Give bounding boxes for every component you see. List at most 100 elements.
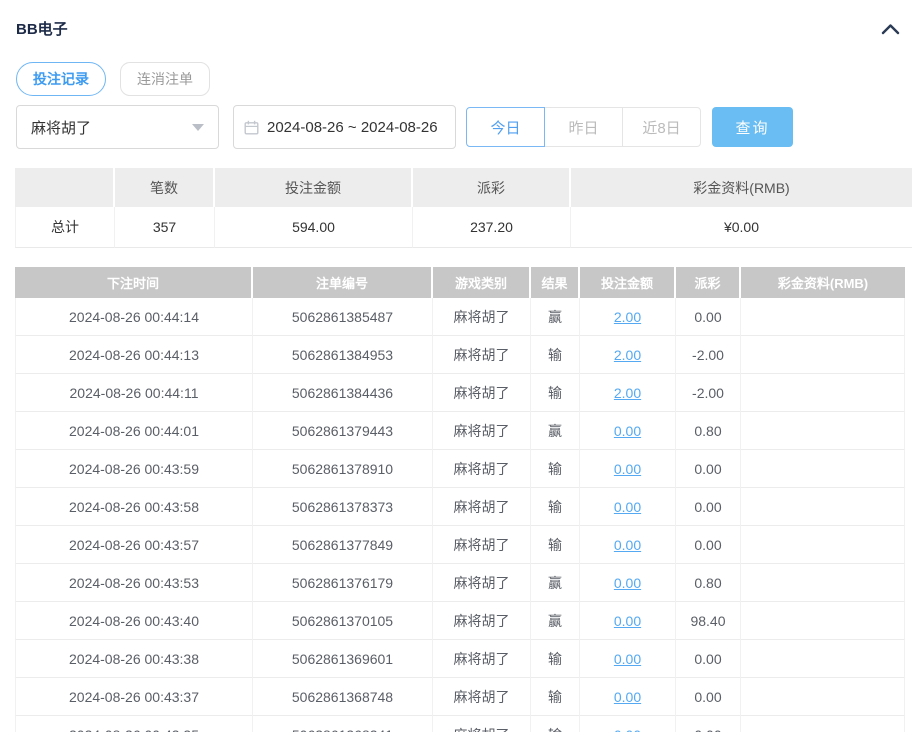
panel-header: BB电子 bbox=[0, 0, 912, 39]
quick-last8days-button[interactable]: 近8日 bbox=[622, 107, 701, 147]
search-button[interactable]: 查询 bbox=[712, 107, 793, 147]
col-header-result: 结果 bbox=[531, 267, 580, 298]
jackpot-cell bbox=[741, 374, 905, 412]
records-table: 下注时间 注单编号 游戏类别 结果 投注金额 派彩 彩金资料(RMB) 2024… bbox=[15, 267, 905, 732]
result-cell: 输 bbox=[531, 336, 580, 374]
order-id-cell: 5062861385487 bbox=[253, 298, 433, 336]
bet-time-cell: 2024-08-26 00:43:59 bbox=[15, 450, 253, 488]
payout-cell: 0.00 bbox=[676, 640, 741, 678]
quick-today-button[interactable]: 今日 bbox=[466, 107, 545, 147]
collapse-panel-button[interactable] bbox=[878, 19, 902, 39]
col-header-payout: 派彩 bbox=[676, 267, 741, 298]
result-cell: 输 bbox=[531, 488, 580, 526]
page-title: BB电子 bbox=[16, 18, 68, 39]
chevron-up-icon bbox=[881, 23, 900, 35]
bet-amount-link[interactable]: 0.00 bbox=[614, 537, 641, 553]
jackpot-cell bbox=[741, 412, 905, 450]
summary-header-row: 笔数 投注金额 派彩 彩金资料(RMB) bbox=[15, 168, 912, 207]
order-id-cell: 5062861377849 bbox=[253, 526, 433, 564]
payout-cell: 98.40 bbox=[676, 602, 741, 640]
summary-total-label: 总计 bbox=[15, 207, 115, 248]
order-id-cell: 5062861369601 bbox=[253, 640, 433, 678]
order-id-cell: 5062861378910 bbox=[253, 450, 433, 488]
table-row: 2024-08-26 00:43:38 5062861369601 麻将胡了 输… bbox=[15, 640, 905, 678]
caret-down-icon bbox=[192, 124, 204, 131]
payout-cell: 0.80 bbox=[676, 412, 741, 450]
tab-bet-records[interactable]: 投注记录 bbox=[16, 62, 106, 96]
bet-amount-cell: 0.00 bbox=[580, 488, 676, 526]
payout-cell: 0.00 bbox=[676, 678, 741, 716]
jackpot-cell bbox=[741, 526, 905, 564]
table-row: 2024-08-26 00:44:11 5062861384436 麻将胡了 输… bbox=[15, 374, 905, 412]
col-header-game-type: 游戏类别 bbox=[433, 267, 531, 298]
bet-amount-link[interactable]: 0.00 bbox=[614, 499, 641, 515]
bet-time-cell: 2024-08-26 00:43:40 bbox=[15, 602, 253, 640]
result-cell: 赢 bbox=[531, 602, 580, 640]
payout-cell: -2.00 bbox=[676, 374, 741, 412]
col-header-jackpot: 彩金资料(RMB) bbox=[741, 267, 905, 298]
bet-amount-link[interactable]: 2.00 bbox=[614, 385, 641, 401]
order-id-cell: 5062861368748 bbox=[253, 678, 433, 716]
game-type-cell: 麻将胡了 bbox=[433, 336, 531, 374]
bet-time-cell: 2024-08-26 00:43:35 bbox=[15, 716, 253, 732]
quick-yesterday-button[interactable]: 昨日 bbox=[544, 107, 623, 147]
summary-total-count: 357 bbox=[115, 207, 215, 248]
bet-amount-cell: 0.00 bbox=[580, 526, 676, 564]
result-cell: 赢 bbox=[531, 298, 580, 336]
date-range-picker[interactable]: 2024-08-26 ~ 2024-08-26 bbox=[233, 105, 456, 149]
game-type-cell: 麻将胡了 bbox=[433, 716, 531, 732]
bet-amount-link[interactable]: 0.00 bbox=[614, 461, 641, 477]
jackpot-cell bbox=[741, 450, 905, 488]
bet-amount-link[interactable]: 0.00 bbox=[614, 613, 641, 629]
records-header-row: 下注时间 注单编号 游戏类别 结果 投注金额 派彩 彩金资料(RMB) bbox=[15, 267, 905, 298]
game-type-cell: 麻将胡了 bbox=[433, 602, 531, 640]
game-type-cell: 麻将胡了 bbox=[433, 298, 531, 336]
payout-cell: -2.00 bbox=[676, 336, 741, 374]
summary-col-jackpot: 彩金资料(RMB) bbox=[571, 168, 912, 207]
bet-amount-link[interactable]: 2.00 bbox=[614, 347, 641, 363]
bet-amount-cell: 0.00 bbox=[580, 412, 676, 450]
quick-date-button-group: 今日 昨日 近8日 bbox=[466, 107, 701, 147]
summary-col-empty bbox=[15, 168, 115, 207]
summary-total-row: 总计 357 594.00 237.20 ¥0.00 bbox=[15, 207, 912, 248]
bet-amount-link[interactable]: 0.00 bbox=[614, 727, 641, 732]
bet-amount-link[interactable]: 0.00 bbox=[614, 651, 641, 667]
game-select[interactable]: 麻将胡了 bbox=[16, 105, 219, 149]
order-id-cell: 5062861368241 bbox=[253, 716, 433, 732]
table-row: 2024-08-26 00:43:58 5062861378373 麻将胡了 输… bbox=[15, 488, 905, 526]
bet-amount-link[interactable]: 0.00 bbox=[614, 689, 641, 705]
bet-amount-link[interactable]: 0.00 bbox=[614, 423, 641, 439]
result-cell: 赢 bbox=[531, 412, 580, 450]
table-row: 2024-08-26 00:43:35 5062861368241 麻将胡了 输… bbox=[15, 716, 905, 732]
game-type-cell: 麻将胡了 bbox=[433, 374, 531, 412]
table-row: 2024-08-26 00:43:53 5062861376179 麻将胡了 赢… bbox=[15, 564, 905, 602]
table-row: 2024-08-26 00:43:40 5062861370105 麻将胡了 赢… bbox=[15, 602, 905, 640]
summary-table: 笔数 投注金额 派彩 彩金资料(RMB) 总计 357 594.00 237.2… bbox=[15, 168, 912, 248]
payout-cell: 0.00 bbox=[676, 526, 741, 564]
result-cell: 输 bbox=[531, 526, 580, 564]
payout-cell: 0.00 bbox=[676, 716, 741, 732]
bet-amount-cell: 0.00 bbox=[580, 678, 676, 716]
summary-total-jackpot: ¥0.00 bbox=[571, 207, 912, 248]
tab-bar: 投注记录 连消注单 bbox=[16, 62, 912, 96]
bet-amount-link[interactable]: 0.00 bbox=[614, 575, 641, 591]
bet-amount-link[interactable]: 2.00 bbox=[614, 309, 641, 325]
col-header-bet-time: 下注时间 bbox=[15, 267, 253, 298]
result-cell: 赢 bbox=[531, 564, 580, 602]
bet-time-cell: 2024-08-26 00:43:58 bbox=[15, 488, 253, 526]
filter-row: 麻将胡了 2024-08-26 ~ 2024-08-26 今日 昨日 近8日 查… bbox=[16, 105, 912, 149]
game-type-cell: 麻将胡了 bbox=[433, 640, 531, 678]
game-type-cell: 麻将胡了 bbox=[433, 526, 531, 564]
summary-col-bet-amount: 投注金额 bbox=[215, 168, 413, 207]
calendar-icon bbox=[244, 120, 259, 135]
col-header-bet-amount: 投注金额 bbox=[580, 267, 676, 298]
summary-total-payout: 237.20 bbox=[413, 207, 571, 248]
jackpot-cell bbox=[741, 564, 905, 602]
order-id-cell: 5062861384953 bbox=[253, 336, 433, 374]
jackpot-cell bbox=[741, 602, 905, 640]
summary-col-payout: 派彩 bbox=[413, 168, 571, 207]
bet-amount-cell: 0.00 bbox=[580, 640, 676, 678]
tab-cancelled-orders[interactable]: 连消注单 bbox=[120, 62, 210, 96]
bet-amount-cell: 0.00 bbox=[580, 602, 676, 640]
bet-amount-cell: 0.00 bbox=[580, 450, 676, 488]
